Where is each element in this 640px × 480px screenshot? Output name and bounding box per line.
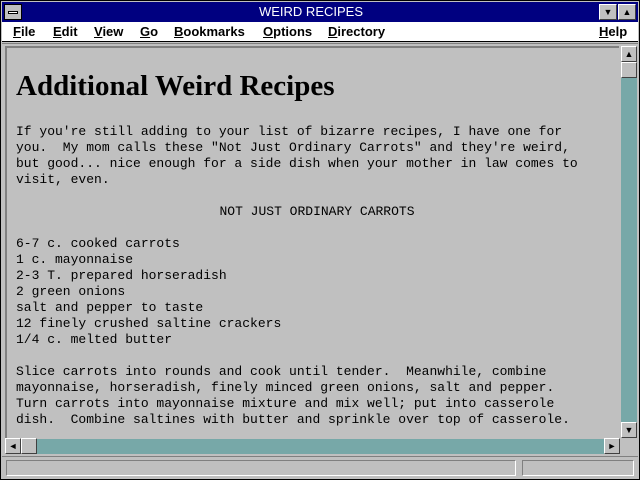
menu-bar: File Edit View Go Bookmarks Options Dire… <box>2 22 638 42</box>
directions-paragraph: Slice carrots into rounds and cook until… <box>16 364 570 427</box>
menu-bookmarks[interactable]: Bookmarks <box>174 24 245 39</box>
ingredient-list: 6-7 c. cooked carrots 1 c. mayonnaise 2-… <box>16 236 616 348</box>
maximize-button[interactable]: ▲ <box>618 4 636 20</box>
ingredient-item: salt and pepper to taste <box>16 300 204 315</box>
horizontal-scroll-track[interactable] <box>22 439 619 454</box>
page-heading: Additional Weird Recipes <box>16 70 335 102</box>
ingredient-item: 6-7 c. cooked carrots <box>16 236 180 251</box>
recipe-title: NOT JUST ORDINARY CARROTS <box>219 204 415 219</box>
scroll-up-button[interactable]: ▲ <box>621 46 637 62</box>
title-bar[interactable]: WEIRD RECIPES ▼ ▲ <box>2 2 638 22</box>
menu-go[interactable]: Go <box>140 24 158 39</box>
menu-options[interactable]: Options <box>263 24 312 39</box>
vertical-scroll-thumb[interactable] <box>621 62 637 78</box>
ingredient-item: 12 finely crushed saltine crackers <box>16 316 282 331</box>
menu-edit[interactable]: Edit <box>53 24 78 39</box>
system-menu-icon[interactable] <box>4 4 22 20</box>
menu-separator <box>2 43 638 44</box>
menu-directory[interactable]: Directory <box>328 24 385 39</box>
vertical-scroll-track[interactable] <box>621 62 637 422</box>
scroll-down-button[interactable]: ▼ <box>621 422 637 438</box>
scroll-corner <box>621 439 637 454</box>
ingredient-item: 2-3 T. prepared horseradish <box>16 268 227 283</box>
menu-help[interactable]: Help <box>599 24 627 39</box>
intro-paragraph: If you're still adding to your list of b… <box>16 124 578 187</box>
document-body: Additional Weird Recipes If you're still… <box>16 68 616 428</box>
minimize-button[interactable]: ▼ <box>599 4 617 20</box>
browser-window: WEIRD RECIPES ▼ ▲ File Edit View Go Book… <box>0 0 640 480</box>
menu-file[interactable]: File <box>13 24 35 39</box>
menu-view[interactable]: View <box>94 24 123 39</box>
status-message <box>6 460 516 476</box>
ingredient-item: 2 green onions <box>16 284 126 299</box>
ingredient-item: 1 c. mayonnaise <box>16 252 134 267</box>
status-progress <box>522 460 634 476</box>
scroll-left-button[interactable]: ◄ <box>5 438 21 454</box>
scroll-right-button[interactable]: ► <box>604 438 620 454</box>
status-bar <box>2 456 638 479</box>
ingredient-item: 1/4 c. melted butter <box>16 332 173 347</box>
window-title: WEIRD RECIPES <box>258 4 363 19</box>
horizontal-scroll-thumb[interactable] <box>21 438 37 454</box>
document-view[interactable]: Additional Weird Recipes If you're still… <box>5 46 619 438</box>
